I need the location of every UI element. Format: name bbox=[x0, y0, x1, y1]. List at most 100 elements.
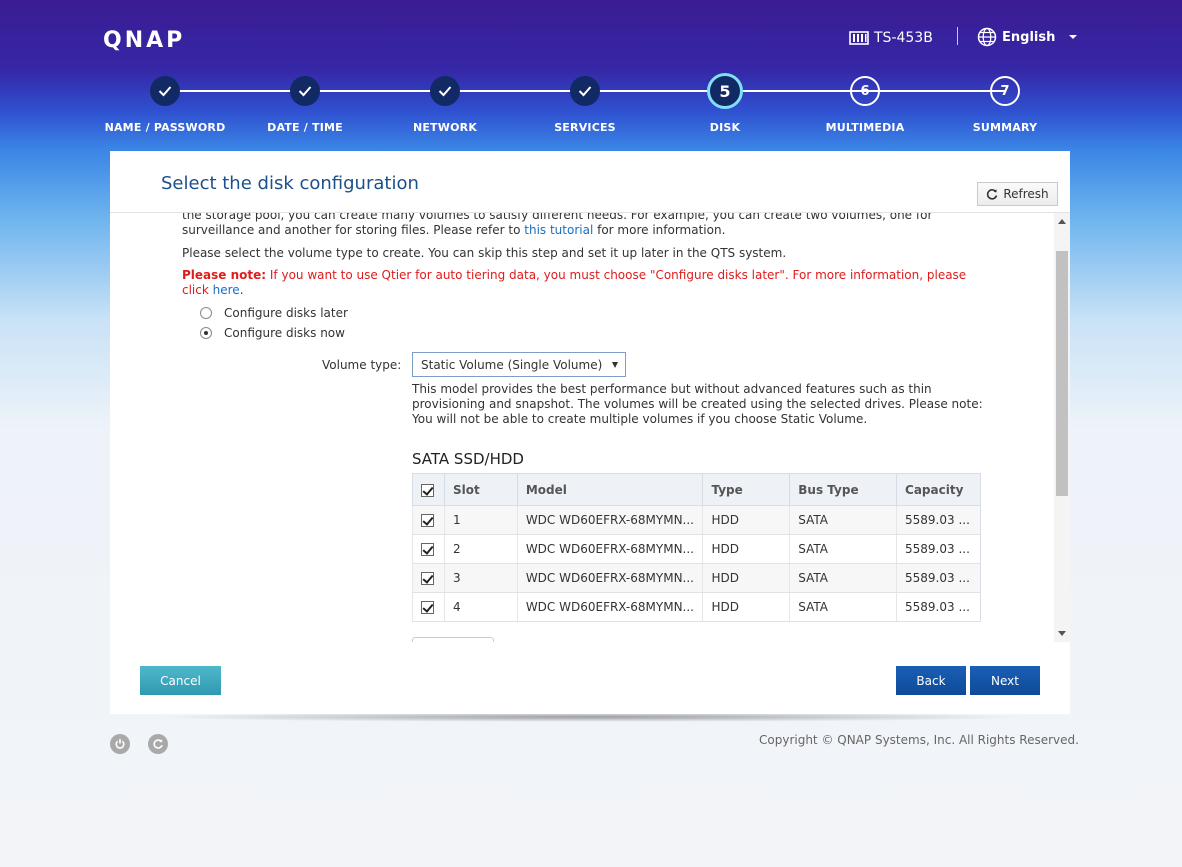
here-link[interactable]: here bbox=[213, 283, 240, 297]
option-label: Configure disks later bbox=[224, 306, 348, 320]
device-name: TS-453B bbox=[874, 30, 933, 46]
cancel-button[interactable]: Cancel bbox=[140, 666, 221, 695]
tutorial-link[interactable]: this tutorial bbox=[524, 223, 593, 237]
scroll-up-arrow-icon[interactable] bbox=[1058, 219, 1066, 224]
intro-text-part: surveillance and another for storing fil… bbox=[182, 223, 525, 237]
cell-capacity: 5589.03 ... bbox=[896, 534, 981, 564]
scroll-down-arrow-icon[interactable] bbox=[1058, 631, 1066, 636]
table-row[interactable]: 1 WDC WD60EFRX-68MYMN... HDD SATA 5589.0… bbox=[412, 505, 981, 535]
row-checkbox[interactable] bbox=[412, 592, 445, 622]
note-text: . bbox=[239, 283, 244, 297]
row-checkbox[interactable] bbox=[412, 563, 445, 593]
radio-configure-later[interactable] bbox=[200, 307, 212, 319]
col-type[interactable]: Type bbox=[702, 473, 791, 506]
partial-control bbox=[412, 637, 494, 642]
step-label-5: DISK bbox=[709, 121, 741, 134]
table-header-row: Slot Model Type Bus Type Capacity bbox=[412, 473, 981, 506]
step-3-done-icon bbox=[430, 76, 460, 106]
section-title: SATA SSD/HDD bbox=[412, 450, 524, 468]
note-text: If you want to use Qtier for auto tierin… bbox=[266, 268, 967, 282]
table-row[interactable]: 4 WDC WD60EFRX-68MYMN... HDD SATA 5589.0… bbox=[412, 592, 981, 622]
cell-slot: 2 bbox=[443, 534, 518, 564]
content-scroll-area[interactable]: the storage pool, you can create many vo… bbox=[110, 213, 1070, 642]
table-row[interactable]: 2 WDC WD60EFRX-68MYMN... HDD SATA 5589.0… bbox=[412, 534, 981, 564]
cell-slot: 3 bbox=[443, 563, 518, 593]
language-selector[interactable]: English bbox=[977, 26, 1078, 48]
content-scrollbar[interactable] bbox=[1054, 213, 1070, 642]
qnap-logo: QNAP bbox=[103, 28, 186, 53]
step-7-future: 7 bbox=[990, 76, 1020, 106]
volume-type-value: Static Volume (Single Volume) bbox=[421, 357, 603, 372]
intro-text-part: for more information. bbox=[593, 223, 726, 237]
col-model[interactable]: Model bbox=[516, 473, 704, 506]
checkbox-icon bbox=[421, 543, 434, 556]
cell-type: HDD bbox=[702, 592, 790, 622]
cell-model: WDC WD60EFRX-68MYMN... bbox=[516, 534, 703, 564]
volume-type-label: Volume type: bbox=[322, 358, 402, 372]
row-checkbox[interactable] bbox=[412, 534, 445, 564]
next-button[interactable]: Next bbox=[970, 666, 1040, 695]
cell-model: WDC WD60EFRX-68MYMN... bbox=[516, 505, 703, 535]
option-configure-later[interactable]: Configure disks later bbox=[200, 306, 348, 320]
option-label: Configure disks now bbox=[224, 326, 345, 340]
cell-bus-type: SATA bbox=[789, 592, 897, 622]
cell-type: HDD bbox=[702, 505, 790, 535]
select-all-checkbox[interactable] bbox=[412, 473, 445, 506]
cell-model: WDC WD60EFRX-68MYMN... bbox=[516, 563, 703, 593]
row-checkbox[interactable] bbox=[412, 505, 445, 535]
cell-type: HDD bbox=[702, 534, 790, 564]
globe-icon bbox=[977, 27, 997, 47]
cell-slot: 4 bbox=[443, 592, 518, 622]
radio-configure-now[interactable] bbox=[200, 327, 212, 339]
header-separator bbox=[957, 27, 958, 45]
intro-text-line1: the storage pool, you can create many vo… bbox=[182, 213, 933, 222]
cell-model: WDC WD60EFRX-68MYMN... bbox=[516, 592, 703, 622]
scroll-thumb[interactable] bbox=[1056, 251, 1068, 496]
cell-capacity: 5589.03 ... bbox=[896, 505, 981, 535]
cell-bus-type: SATA bbox=[789, 534, 897, 564]
refresh-button[interactable]: Refresh bbox=[977, 182, 1058, 206]
cell-type: HDD bbox=[702, 563, 790, 593]
option-configure-now[interactable]: Configure disks now bbox=[200, 326, 345, 340]
cell-bus-type: SATA bbox=[789, 505, 897, 535]
qtier-note-line1: Please note: If you want to use Qtier fo… bbox=[182, 268, 966, 283]
cell-capacity: 5589.03 ... bbox=[896, 592, 981, 622]
refresh-label: Refresh bbox=[1003, 187, 1049, 201]
back-button[interactable]: Back bbox=[896, 666, 966, 695]
step-5-active: 5 bbox=[707, 73, 743, 109]
refresh-icon bbox=[987, 189, 998, 200]
wizard-panel: Select the disk configuration Refresh th… bbox=[110, 151, 1070, 714]
device-info: TS-453B bbox=[849, 28, 933, 48]
select-prompt: Please select the volume type to create.… bbox=[182, 246, 787, 260]
checkbox-icon bbox=[421, 514, 434, 527]
qtier-note-line2: click here. bbox=[182, 283, 244, 298]
language-label: English bbox=[1002, 29, 1056, 45]
step-label-2: DATE / TIME bbox=[267, 121, 343, 134]
step-label-3: NETWORK bbox=[412, 121, 478, 134]
volume-type-select[interactable]: Static Volume (Single Volume) bbox=[412, 352, 626, 377]
col-slot[interactable]: Slot bbox=[443, 473, 518, 506]
volume-description-line3: You will not be able to create multiple … bbox=[412, 412, 868, 426]
note-text: click bbox=[182, 283, 213, 297]
step-label-7: SUMMARY bbox=[972, 121, 1038, 134]
intro-text-line2: surveillance and another for storing fil… bbox=[182, 223, 725, 238]
table-row[interactable]: 3 WDC WD60EFRX-68MYMN... HDD SATA 5589.0… bbox=[412, 563, 981, 593]
power-icon[interactable] bbox=[110, 734, 130, 754]
nas-device-icon bbox=[849, 31, 869, 45]
cell-slot: 1 bbox=[443, 505, 518, 535]
step-label-4: SERVICES bbox=[554, 121, 616, 134]
chevron-down-icon bbox=[1069, 35, 1078, 39]
step-4-done-icon bbox=[570, 76, 600, 106]
cell-capacity: 5589.03 ... bbox=[896, 563, 981, 593]
dropdown-arrow-icon bbox=[612, 361, 618, 368]
col-capacity[interactable]: Capacity bbox=[896, 473, 981, 506]
step-label-1: NAME / PASSWORD bbox=[104, 121, 226, 134]
disk-table: Slot Model Type Bus Type Capacity 1 WDC … bbox=[412, 473, 981, 622]
note-label: Please note: bbox=[182, 268, 267, 282]
copyright-text: Copyright © QNAP Systems, Inc. All Right… bbox=[759, 733, 1079, 747]
checkbox-icon bbox=[421, 483, 434, 497]
checkbox-icon bbox=[421, 601, 434, 614]
checkbox-icon bbox=[421, 572, 434, 585]
col-bus-type[interactable]: Bus Type bbox=[789, 473, 898, 506]
restart-icon[interactable] bbox=[148, 734, 168, 754]
